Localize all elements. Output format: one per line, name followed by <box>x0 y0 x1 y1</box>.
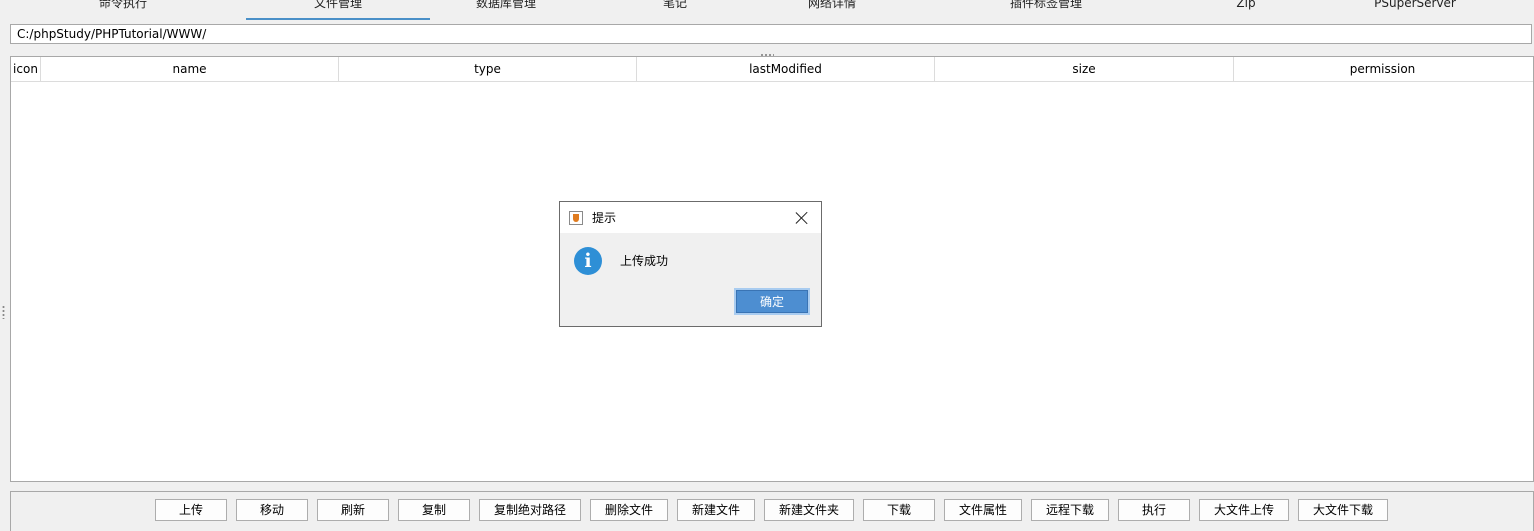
tab-label: 网络详情 <box>807 0 856 10</box>
tab-network[interactable]: 网络详情 <box>768 0 896 20</box>
tab-notes[interactable]: 笔记 <box>582 0 768 20</box>
tab-label: Zip <box>1236 0 1256 10</box>
tab-label: 文件管理 <box>313 0 362 10</box>
tab-command-exec[interactable]: 命令执行 <box>0 0 246 20</box>
delete-file-button[interactable]: 删除文件 <box>590 499 668 521</box>
column-header-last-modified[interactable]: lastModified <box>637 57 935 81</box>
tab-label: 数据库管理 <box>475 0 536 10</box>
tab-label: 笔记 <box>662 0 687 10</box>
column-header-size[interactable]: size <box>935 57 1234 81</box>
tab-psuperserver[interactable]: PSuperServer <box>1296 0 1534 20</box>
table-header: icon name type lastModified size permiss… <box>11 57 1533 82</box>
action-toolbar: 上传 移动 刷新 复制 复制绝对路径 删除文件 新建文件 新建文件夹 下载 文件… <box>10 491 1534 531</box>
column-header-name[interactable]: name <box>41 57 339 81</box>
tab-bar: 命令执行 文件管理 数据库管理 笔记 网络详情 插件标签管理 Zip PSupe… <box>0 0 1534 20</box>
close-icon[interactable] <box>795 211 809 225</box>
column-header-type[interactable]: type <box>339 57 637 81</box>
tab-plugins[interactable]: 插件标签管理 <box>896 0 1196 20</box>
dialog-message: 上传成功 <box>620 254 669 268</box>
top-splitter-handle[interactable] <box>0 45 1534 56</box>
column-header-icon[interactable]: icon <box>11 57 41 81</box>
tab-database[interactable]: 数据库管理 <box>430 0 582 20</box>
large-file-upload-button[interactable]: 大文件上传 <box>1199 499 1289 521</box>
tab-label: 插件标签管理 <box>1009 0 1082 10</box>
execute-button[interactable]: 执行 <box>1118 499 1190 521</box>
move-button[interactable]: 移动 <box>236 499 308 521</box>
remote-download-button[interactable]: 远程下载 <box>1031 499 1109 521</box>
tab-zip[interactable]: Zip <box>1196 0 1296 20</box>
dialog-title: 提示 <box>592 211 617 225</box>
left-splitter-handle[interactable] <box>2 305 5 319</box>
column-header-permission[interactable]: permission <box>1234 57 1531 81</box>
new-folder-button[interactable]: 新建文件夹 <box>764 499 854 521</box>
download-button[interactable]: 下载 <box>863 499 935 521</box>
dialog-title-bar: 提示 <box>560 202 821 233</box>
copy-absolute-path-button[interactable]: 复制绝对路径 <box>479 499 581 521</box>
new-file-button[interactable]: 新建文件 <box>677 499 755 521</box>
tab-label: PSuperServer <box>1374 0 1456 10</box>
tab-file-manager[interactable]: 文件管理 <box>246 0 430 20</box>
path-input[interactable] <box>10 24 1532 44</box>
file-properties-button[interactable]: 文件属性 <box>944 499 1022 521</box>
copy-button[interactable]: 复制 <box>398 499 470 521</box>
info-icon: i <box>574 247 602 275</box>
java-app-icon <box>569 210 583 225</box>
upload-button[interactable]: 上传 <box>155 499 227 521</box>
tab-label: 命令执行 <box>98 0 147 10</box>
refresh-button[interactable]: 刷新 <box>317 499 389 521</box>
bottom-splitter-handle[interactable] <box>0 482 1534 493</box>
ok-button[interactable]: 确定 <box>736 290 808 313</box>
message-dialog: 提示 i 上传成功 确定 <box>559 201 822 327</box>
large-file-download-button[interactable]: 大文件下载 <box>1298 499 1388 521</box>
